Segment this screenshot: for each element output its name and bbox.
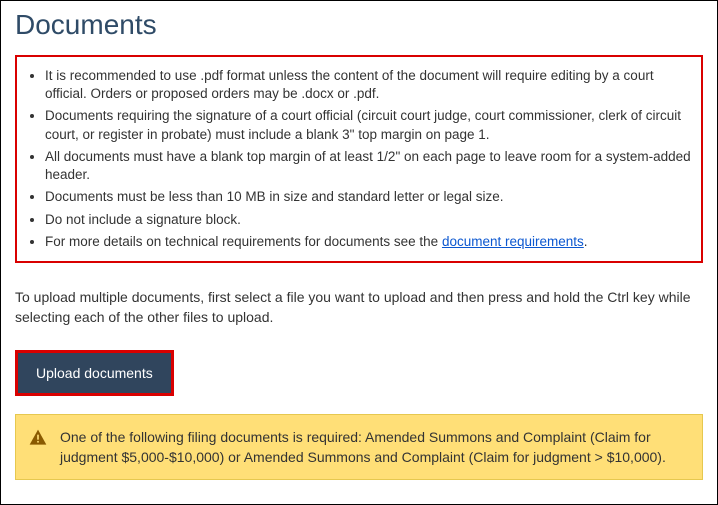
warning-icon	[28, 428, 48, 448]
list-item: Documents requiring the signature of a c…	[45, 107, 691, 143]
list-item: Do not include a signature block.	[45, 211, 691, 229]
list-item: For more details on technical requiremen…	[45, 233, 691, 251]
list-item: All documents must have a blank top marg…	[45, 148, 691, 184]
list-item: Documents must be less than 10 MB in siz…	[45, 188, 691, 206]
list-item: It is recommended to use .pdf format unl…	[45, 67, 691, 103]
page-title: Documents	[15, 9, 703, 41]
upload-documents-button[interactable]: Upload documents	[18, 353, 171, 393]
requirements-box: It is recommended to use .pdf format unl…	[15, 55, 703, 263]
requirements-more-prefix: For more details on technical requiremen…	[45, 234, 442, 249]
requirements-list: It is recommended to use .pdf format unl…	[23, 67, 691, 251]
required-document-alert: One of the following filing documents is…	[15, 414, 703, 481]
multi-upload-instructions: To upload multiple documents, first sele…	[15, 287, 703, 328]
document-requirements-link[interactable]: document requirements	[442, 234, 584, 249]
upload-button-highlight: Upload documents	[15, 350, 174, 396]
requirements-more-suffix: .	[584, 234, 588, 249]
alert-text: One of the following filing documents is…	[60, 427, 686, 468]
